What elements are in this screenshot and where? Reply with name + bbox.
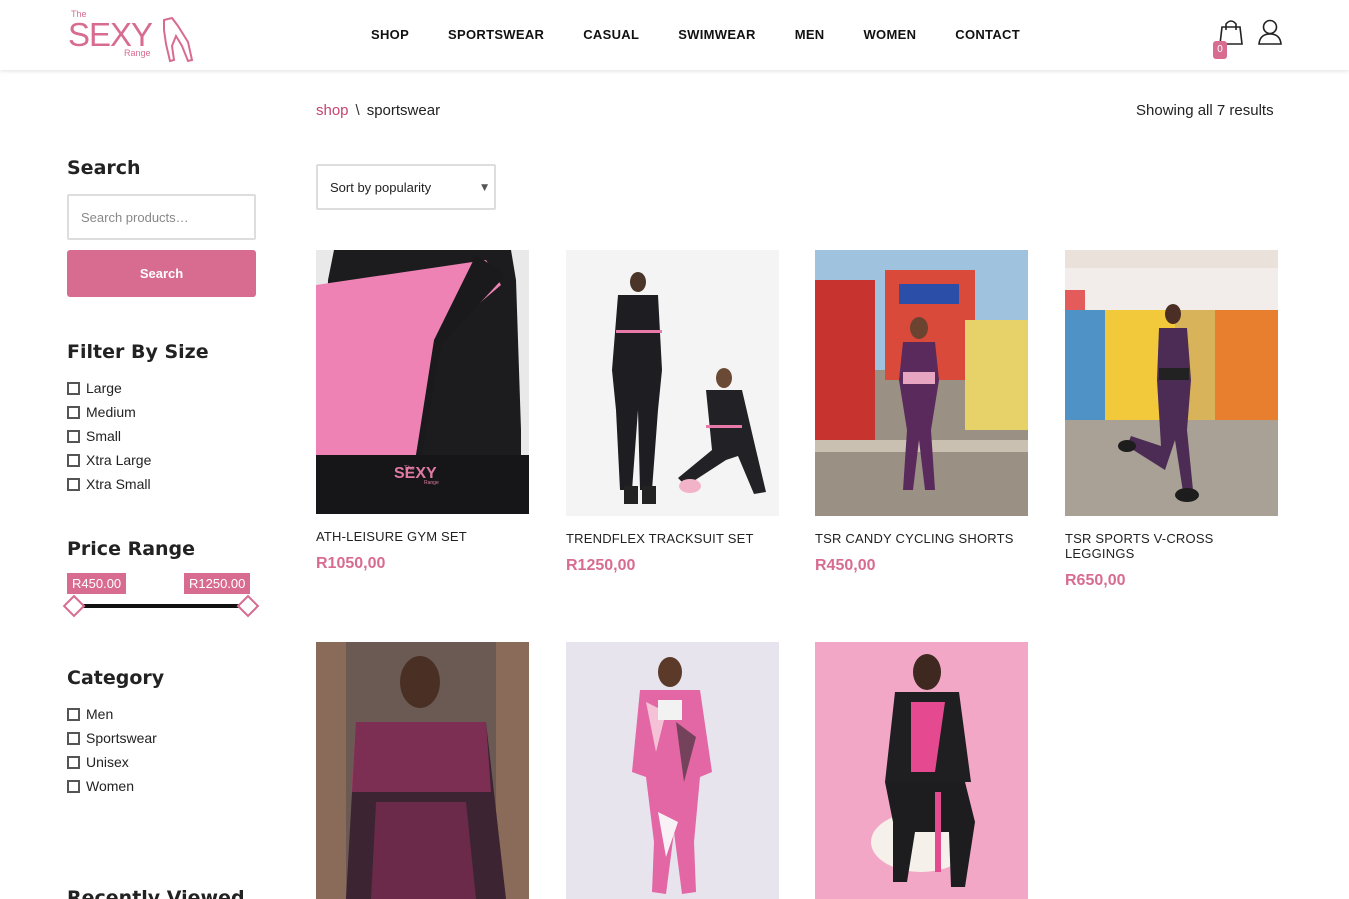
product-card[interactable] xyxy=(566,642,779,899)
nav-swimwear[interactable]: SWIMWEAR xyxy=(678,27,756,42)
product-image[interactable]: The SEXY Range xyxy=(316,250,529,514)
nav-shop[interactable]: SHOP xyxy=(371,27,409,42)
breadcrumb-current: sportswear xyxy=(366,102,441,119)
site-logo[interactable]: The SEXY Range xyxy=(68,6,198,64)
product-card[interactable] xyxy=(815,642,1028,899)
product-name[interactable]: TSR SPORTS V-CROSS LEGGINGS xyxy=(1065,531,1265,561)
svg-text:Range: Range xyxy=(424,480,439,486)
price-slider-track[interactable] xyxy=(74,604,248,608)
size-label: Medium xyxy=(86,404,136,420)
price-min-label: R450.00 xyxy=(67,573,127,594)
results-count: Showing all 7 results xyxy=(1136,102,1274,119)
category-option-women[interactable]: Women xyxy=(67,774,157,798)
nav-sportswear[interactable]: SPORTSWEAR xyxy=(448,27,544,42)
product-name[interactable]: TRENDFLEX TRACKSUIT SET xyxy=(566,531,779,546)
product-price: R1050,00 xyxy=(316,555,386,572)
category-filter-list: Men Sportswear Unisex Women xyxy=(67,702,157,798)
category-label: Unisex xyxy=(86,754,129,770)
search-button[interactable]: Search xyxy=(67,250,256,297)
product-image[interactable] xyxy=(566,642,779,899)
product-name[interactable]: ATH-LEISURE GYM SET xyxy=(316,529,529,544)
product-image[interactable] xyxy=(316,642,529,899)
size-option-medium[interactable]: Medium xyxy=(67,400,151,424)
category-label: Women xyxy=(86,778,134,794)
main-nav: SHOP SPORTSWEAR CASUAL SWIMWEAR MEN WOME… xyxy=(371,27,1059,42)
cart-count-badge[interactable]: 0 xyxy=(1213,41,1227,59)
category-heading: Category xyxy=(67,667,165,689)
checkbox[interactable] xyxy=(67,453,80,467)
sort-dropdown[interactable]: Sort by popularity ▼ xyxy=(316,164,496,210)
search-heading: Search xyxy=(67,157,141,179)
checkbox[interactable] xyxy=(67,779,80,793)
breadcrumb-separator: \ xyxy=(355,102,360,119)
checkbox[interactable] xyxy=(67,731,80,745)
product-price: R450,00 xyxy=(815,557,876,574)
nav-women[interactable]: WOMEN xyxy=(863,27,916,42)
site-header: The SEXY Range SHOP SPORTSWEAR CASUAL SW… xyxy=(0,0,1349,70)
breadcrumb: shop \ sportswear xyxy=(316,102,440,119)
search-input[interactable] xyxy=(67,194,256,240)
checkbox[interactable] xyxy=(67,755,80,769)
recently-viewed-heading: Recently Viewed xyxy=(67,887,245,899)
product-image[interactable] xyxy=(1065,250,1278,516)
size-option-xtra-large[interactable]: Xtra Large xyxy=(67,448,151,472)
size-option-large[interactable]: Large xyxy=(67,376,151,400)
category-option-unisex[interactable]: Unisex xyxy=(67,750,157,774)
product-image[interactable] xyxy=(815,642,1028,899)
size-option-xtra-small[interactable]: Xtra Small xyxy=(67,472,151,496)
size-filter-list: Large Medium Small Xtra Large Xtra Small xyxy=(67,376,151,496)
user-icon[interactable] xyxy=(1257,18,1283,46)
price-slider-min-handle[interactable] xyxy=(62,594,86,618)
size-label: Xtra Large xyxy=(86,452,152,468)
checkbox[interactable] xyxy=(67,429,80,443)
product-price: R650,00 xyxy=(1065,572,1126,589)
size-label: Xtra Small xyxy=(86,476,151,492)
category-label: Sportswear xyxy=(86,730,157,746)
product-image[interactable] xyxy=(815,250,1028,516)
price-max-label: R1250.00 xyxy=(184,573,251,594)
breadcrumb-shop-link[interactable]: shop xyxy=(316,102,349,119)
product-price: R1250,00 xyxy=(566,557,636,574)
nav-casual[interactable]: CASUAL xyxy=(583,27,639,42)
nav-contact[interactable]: CONTACT xyxy=(955,27,1020,42)
nav-men[interactable]: MEN xyxy=(795,27,825,42)
category-option-men[interactable]: Men xyxy=(67,702,157,726)
product-card[interactable]: TRENDFLEX TRACKSUIT SET R1250,00 xyxy=(566,250,779,575)
product-card[interactable]: The SEXY Range ATH-LEISURE GYM SET R1050… xyxy=(316,250,529,573)
product-image[interactable] xyxy=(566,250,779,516)
price-range-heading: Price Range xyxy=(67,538,196,560)
checkbox[interactable] xyxy=(67,477,80,491)
price-slider-max-handle[interactable] xyxy=(236,594,260,618)
chevron-down-icon: ▼ xyxy=(481,183,488,193)
category-option-sportswear[interactable]: Sportswear xyxy=(67,726,157,750)
checkbox[interactable] xyxy=(67,405,80,419)
svg-text:Range: Range xyxy=(124,48,151,58)
product-name[interactable]: TSR CANDY CYCLING SHORTS xyxy=(815,531,1028,546)
checkbox[interactable] xyxy=(67,381,80,395)
size-label: Large xyxy=(86,380,122,396)
product-card[interactable]: TSR CANDY CYCLING SHORTS R450,00 xyxy=(815,250,1028,575)
product-card[interactable]: TSR SPORTS V-CROSS LEGGINGS R650,00 xyxy=(1065,250,1278,590)
category-label: Men xyxy=(86,706,114,722)
product-card[interactable] xyxy=(316,642,529,899)
size-option-small[interactable]: Small xyxy=(67,424,151,448)
checkbox[interactable] xyxy=(67,707,80,721)
filter-size-heading: Filter By Size xyxy=(67,341,209,363)
sort-selected-value: Sort by popularity xyxy=(330,180,432,195)
size-label: Small xyxy=(86,428,122,444)
